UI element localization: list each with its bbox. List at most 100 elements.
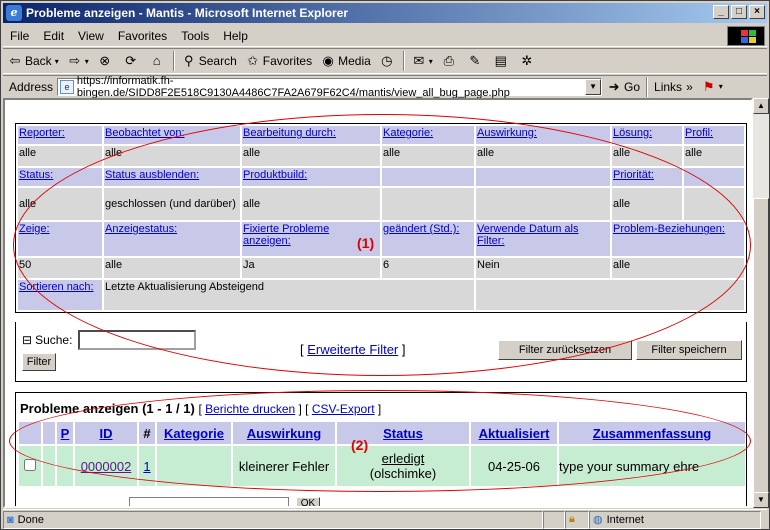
filter-sticky-link[interactable]: Fixierte Probleme anzeigen: <box>243 223 329 247</box>
filter-relationships-link[interactable]: Problem-Beziehungen: <box>613 223 725 235</box>
row-select-checkbox[interactable] <box>24 458 36 471</box>
filter-priority-link[interactable]: Priorität: <box>613 169 654 181</box>
col-summary-link[interactable]: Zusammenfassung <box>593 426 711 441</box>
history-button[interactable]: ◷ <box>375 50 401 72</box>
filter-reporter-link[interactable]: Reporter: <box>19 127 65 139</box>
row-severity: kleinerer Fehler <box>233 446 335 486</box>
minimize-button[interactable]: _ <box>713 5 729 19</box>
filter-use-date-link[interactable]: Verwende Datum als Filter: <box>477 223 579 247</box>
col-category-link[interactable]: Kategorie <box>164 426 224 441</box>
edit-button[interactable]: ✎ <box>463 50 489 72</box>
filter-category-link[interactable]: Kategorie: <box>383 127 433 139</box>
filter-sort-link[interactable]: Sortieren nach: <box>19 281 94 293</box>
favorites-button[interactable]: ✩ Favorites <box>241 50 316 72</box>
col-priority-link[interactable]: P <box>61 426 70 441</box>
filter-status-link[interactable]: Status: <box>19 169 53 181</box>
refresh-button[interactable]: ⟳ <box>119 50 145 72</box>
filter-monitored-link[interactable]: Beobachtet von: <box>105 127 185 139</box>
filter-severity-link[interactable]: Auswirkung: <box>477 127 537 139</box>
discuss-button[interactable]: ▤ <box>489 50 515 72</box>
col-select <box>19 422 41 444</box>
filter-value: alle <box>104 146 240 166</box>
status-text-panel: ◙ Done <box>3 510 543 529</box>
menu-favorites[interactable]: Favorites <box>111 29 174 43</box>
row-handler: (olschimke) <box>369 466 437 481</box>
filter-handler-link[interactable]: Bearbeitung durch: <box>243 127 336 139</box>
ie-logo-icon: e <box>6 5 22 21</box>
back-button[interactable]: ⇦ Back ▾ <box>3 50 63 72</box>
col-updated-link[interactable]: Aktualisiert <box>479 426 550 441</box>
print-reports-link[interactable]: Berichte drucken <box>205 402 295 416</box>
reset-filter-button[interactable]: Filter zurücksetzen <box>498 340 632 360</box>
stop-icon: ⊗ <box>99 53 111 68</box>
row-category <box>157 446 231 486</box>
menu-file[interactable]: File <box>3 29 36 43</box>
bulk-action-select[interactable] <box>129 497 289 506</box>
lock-icon: 🔒︎ <box>569 513 575 525</box>
scroll-thumb[interactable] <box>753 198 769 498</box>
advanced-filter-wrapper: [ Erweiterte Filter ] <box>300 342 406 357</box>
filter-button[interactable]: Filter <box>22 353 56 371</box>
maximize-button[interactable]: □ <box>731 5 747 19</box>
filter-resolution-link[interactable]: Lösung: <box>613 127 652 139</box>
scroll-down-icon[interactable]: ▼ <box>753 492 769 508</box>
filter-profile-link[interactable]: Profil: <box>685 127 713 139</box>
results-panel: Probleme anzeigen (1 - 1 / 1) [ Berichte… <box>15 392 747 506</box>
search-input[interactable] <box>78 330 197 350</box>
menu-bar: File Edit View Favorites Tools Help <box>3 25 767 47</box>
menu-view[interactable]: View <box>71 29 111 43</box>
search-icon: ⚲ <box>183 53 194 68</box>
row-edit-cell <box>43 446 55 486</box>
address-input[interactable]: e https://informatik.fh-bingen.de/SIDD8F… <box>57 75 603 99</box>
filter-value: Ja <box>242 258 380 278</box>
menu-tools[interactable]: Tools <box>174 29 216 43</box>
zone-text: Internet <box>606 513 644 526</box>
home-button[interactable]: ⌂ <box>145 50 171 72</box>
page-icon: e <box>60 79 74 94</box>
media-button[interactable]: ◉ Media <box>316 50 375 72</box>
address-label: Address <box>9 79 54 94</box>
filter-changed-link[interactable]: geändert (Std.): <box>383 223 459 235</box>
toolbar: ⇦ Back ▾ ⇨ ▾ ⊗ ⟳ ⌂ ⚲ Search ✩ Favorites ◉ Medi… <box>3 48 767 74</box>
acrobat-button[interactable]: ⚑ ▾ <box>697 76 727 98</box>
menu-edit[interactable]: Edit <box>36 29 71 43</box>
filter-view-state-link[interactable]: Anzeigestatus: <box>105 223 177 235</box>
discuss-icon: ▤ <box>494 53 507 68</box>
filter-product-build-link[interactable]: Produktbuild: <box>243 169 307 181</box>
row-count-link[interactable]: 1 <box>143 459 150 474</box>
filter-hide-status-link[interactable]: Status ausblenden: <box>105 169 199 181</box>
messenger-button[interactable]: ✲ <box>515 50 541 72</box>
links-button[interactable]: Links» <box>650 76 697 98</box>
print-button[interactable]: ⎙ <box>437 50 463 72</box>
filter-value: 50 <box>18 258 102 278</box>
menu-help[interactable]: Help <box>216 29 255 43</box>
vertical-scrollbar[interactable]: ▲ ▼ <box>753 98 769 508</box>
go-button[interactable]: ➜ Go <box>602 76 644 98</box>
close-button[interactable]: × <box>749 5 765 19</box>
refresh-icon: ⟳ <box>125 53 137 68</box>
row-status[interactable]: erledigt <box>382 451 425 466</box>
stop-button[interactable]: ⊗ <box>93 50 119 72</box>
advanced-filter-link[interactable]: Erweiterte Filter <box>307 342 398 357</box>
address-bar: Address e https://informatik.fh-bingen.d… <box>3 75 767 99</box>
csv-export-link[interactable]: CSV-Export <box>312 402 375 416</box>
save-filter-button[interactable]: Filter speichern <box>636 340 742 360</box>
col-status-link[interactable]: Status <box>383 426 423 441</box>
col-id-link[interactable]: ID <box>100 426 113 441</box>
address-dropdown-icon[interactable]: ▼ <box>585 78 602 95</box>
ok-button[interactable]: OK <box>296 497 320 506</box>
collapse-icon[interactable]: ⊟ <box>22 333 32 347</box>
forward-button[interactable]: ⇨ ▾ <box>63 50 93 72</box>
filter-value: Nein <box>476 258 610 278</box>
row-updated: 04-25-06 <box>471 446 557 486</box>
row-id-link[interactable]: 0000002 <box>81 459 132 474</box>
filter-show-link[interactable]: Zeige: <box>19 223 50 235</box>
print-icon: ⎙ <box>443 53 455 68</box>
search-button[interactable]: ⚲ Search <box>177 50 241 72</box>
col-edit <box>43 422 55 444</box>
mail-button[interactable]: ✉ ▾ <box>407 50 437 72</box>
scroll-up-icon[interactable]: ▲ <box>753 98 769 114</box>
annotation-label-2: (2) <box>351 437 369 453</box>
title-bar: e Probleme anzeigen - Mantis - Microsoft… <box>3 3 767 23</box>
col-severity-link[interactable]: Auswirkung <box>247 426 321 441</box>
